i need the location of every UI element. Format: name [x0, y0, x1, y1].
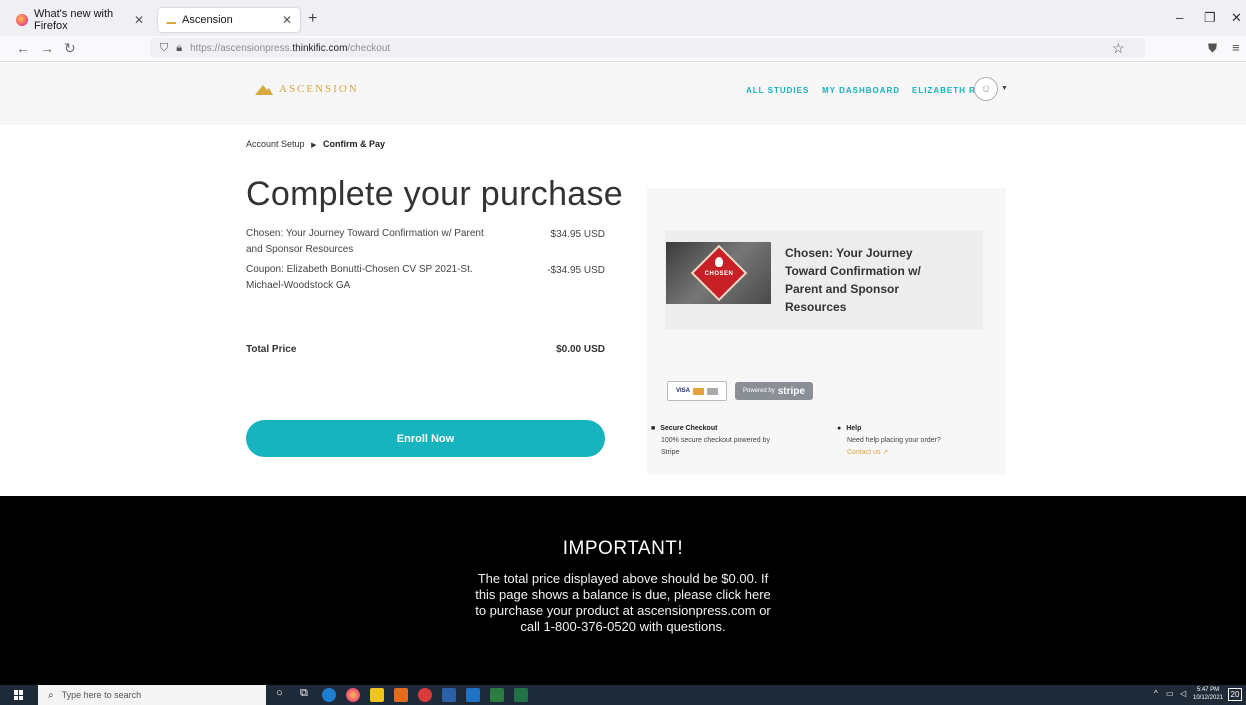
firefox-icon [16, 14, 28, 26]
total-price-label: Total Price [246, 344, 297, 355]
close-tab-icon[interactable]: ✕ [282, 13, 292, 27]
address-bar[interactable]: ⛉ 🔒︎ https://ascensionpress.thinkific.co… [150, 38, 1145, 58]
outlook-icon[interactable] [466, 688, 480, 702]
pocket-icon[interactable]: ⛊ [1208, 41, 1217, 56]
breadcrumb: Account Setup ▶ Confirm & Pay [246, 139, 385, 149]
stripe-logo: stripe [777, 385, 805, 397]
cortana-icon[interactable]: ○ [276, 687, 283, 699]
nav-user-name[interactable]: ELIZABETH R [912, 86, 976, 95]
secure-checkout-info: ■ Secure Checkout 100% secure checkout p… [651, 423, 776, 459]
breadcrumb-confirm-pay: Confirm & Pay [322, 139, 385, 149]
tray-chevron-icon[interactable]: ^ [1154, 689, 1158, 698]
search-icon: ⌕ [48, 689, 54, 701]
tab-ascension[interactable]: Ascension ✕ [158, 8, 300, 32]
user-avatar-icon[interactable]: ☺ [974, 77, 998, 101]
credit-cards-badge: VISA [667, 381, 727, 401]
clock-date: 10/12/2021 [1193, 695, 1224, 701]
network-icon[interactable]: ▭ [1166, 689, 1174, 698]
external-link-icon: ↗ [882, 449, 889, 456]
banner-message[interactable]: The total price displayed above should b… [473, 571, 773, 635]
file-explorer-icon[interactable] [370, 688, 384, 702]
help-text: Need help placing your order? [847, 437, 941, 444]
windows-start-icon[interactable] [14, 690, 24, 700]
windows-taskbar: ⌕ Type here to search ○ ⧉ ^ ▭ ◁ 5:47 PM … [0, 685, 1246, 705]
flame-icon [715, 257, 723, 267]
browser-nav-bar: ← → ↻ ⛉ 🔒︎ https://ascensionpress.thinki… [0, 36, 1246, 62]
total-price-value: $0.00 USD [556, 344, 605, 355]
edge-icon[interactable] [322, 688, 336, 702]
payment-logos: VISA Powered by stripe [667, 381, 813, 401]
app-icon[interactable] [394, 688, 408, 702]
restore-icon[interactable]: ❐ [1204, 10, 1216, 26]
powered-by-stripe-badge: Powered by stripe [735, 382, 813, 400]
taskbar-clock[interactable]: 5:47 PM 10/12/2021 [1193, 686, 1223, 702]
banner-title: IMPORTANT! [562, 538, 684, 559]
coupon-description: Coupon: Elizabeth Bonutti-Chosen CV SP 2… [246, 264, 473, 291]
taskbar-search-placeholder: Type here to search [61, 690, 142, 700]
browser-tab-bar: What's new with Firefox ✕ Ascension ✕ + … [0, 0, 1246, 36]
new-tab-button[interactable]: + [308, 10, 317, 28]
chevron-down-icon[interactable]: ▼ [1001, 85, 1008, 92]
taskbar-search-box[interactable]: ⌕ Type here to search [38, 685, 266, 705]
excel-icon[interactable] [514, 688, 528, 702]
back-icon[interactable]: ← [16, 40, 30, 56]
breadcrumb-account-setup[interactable]: Account Setup [246, 139, 305, 149]
close-window-icon[interactable]: ✕ [1231, 10, 1242, 26]
help-info: ● Help Need help placing your order? Con… [837, 423, 987, 459]
tab-label: Ascension [182, 14, 233, 26]
product-summary: CHOSEN Chosen: Your Journey Toward Confi… [665, 230, 983, 330]
reload-icon[interactable]: ↻ [64, 40, 76, 57]
secure-checkout-text: 100% secure checkout powered by Stripe [661, 437, 770, 456]
product-thumbnail-label: CHOSEN [704, 271, 734, 277]
breadcrumb-separator-icon: ▶ [311, 142, 317, 149]
site-header: ASCENSION ALL STUDIES MY DASHBOARD ELIZA… [0, 63, 1246, 125]
product-thumbnail: CHOSEN [666, 242, 771, 304]
help-icon: ● [837, 425, 842, 432]
tab-label: What's new with Firefox [34, 8, 114, 32]
coupon-price: -$34.95 USD [547, 265, 605, 276]
logo-text: ASCENSION [279, 83, 359, 95]
firefox-taskbar-icon[interactable] [346, 688, 360, 702]
hamburger-menu-icon[interactable]: ≡ [1232, 40, 1240, 55]
stripe-prefix: Powered by [743, 388, 775, 394]
nav-my-dashboard[interactable]: MY DASHBOARD [822, 86, 900, 95]
ascension-favicon [166, 16, 176, 24]
amex-icon [707, 387, 718, 395]
enroll-now-button[interactable]: Enroll Now [246, 420, 605, 457]
important-banner: IMPORTANT! The total price displayed abo… [0, 496, 1246, 685]
minimize-icon[interactable]: – [1176, 10, 1183, 25]
screen: What's new with Firefox ✕ Ascension ✕ + … [0, 0, 1246, 705]
order-summary-card: CHOSEN Chosen: Your Journey Toward Confi… [647, 188, 1006, 475]
visa-logo: VISA [675, 388, 690, 394]
notifications-icon[interactable]: 20 [1228, 688, 1242, 701]
close-tab-icon[interactable]: ✕ [134, 13, 144, 27]
contact-us-link[interactable]: Contact us ↗ [837, 447, 987, 459]
shield-icon: ⛉ [160, 41, 169, 54]
nav-all-studies[interactable]: ALL STUDIES [746, 86, 809, 95]
ascension-logo[interactable]: ASCENSION [255, 83, 359, 95]
page-title: Complete your purchase [246, 175, 624, 213]
order-item-price: $34.95 USD [550, 229, 605, 240]
volume-icon[interactable]: ◁ [1180, 689, 1186, 698]
lock-icon: ■ [651, 425, 656, 432]
word-icon[interactable] [442, 688, 456, 702]
order-item-description: Chosen: Your Journey Toward Confirmation… [246, 228, 484, 255]
url-text: https://ascensionpress.thinkific.com/che… [190, 42, 391, 54]
lock-icon: 🔒︎ [176, 41, 183, 54]
bookmark-star-icon[interactable]: ☆ [1112, 40, 1125, 57]
mountain-logo-icon [255, 85, 273, 95]
mastercard-icon [693, 387, 704, 395]
project-icon[interactable] [490, 688, 504, 702]
secure-checkout-title: Secure Checkout [660, 425, 718, 432]
help-title: Help [846, 425, 862, 432]
task-view-icon[interactable]: ⧉ [300, 687, 308, 700]
clock-time: 5:47 PM [1196, 687, 1220, 693]
forward-icon[interactable]: → [40, 40, 54, 56]
app-icon[interactable] [418, 688, 432, 702]
product-title: Chosen: Your Journey Toward Confirmation… [785, 246, 921, 314]
tab-whats-new-firefox[interactable]: What's new with Firefox ✕ [8, 8, 152, 32]
